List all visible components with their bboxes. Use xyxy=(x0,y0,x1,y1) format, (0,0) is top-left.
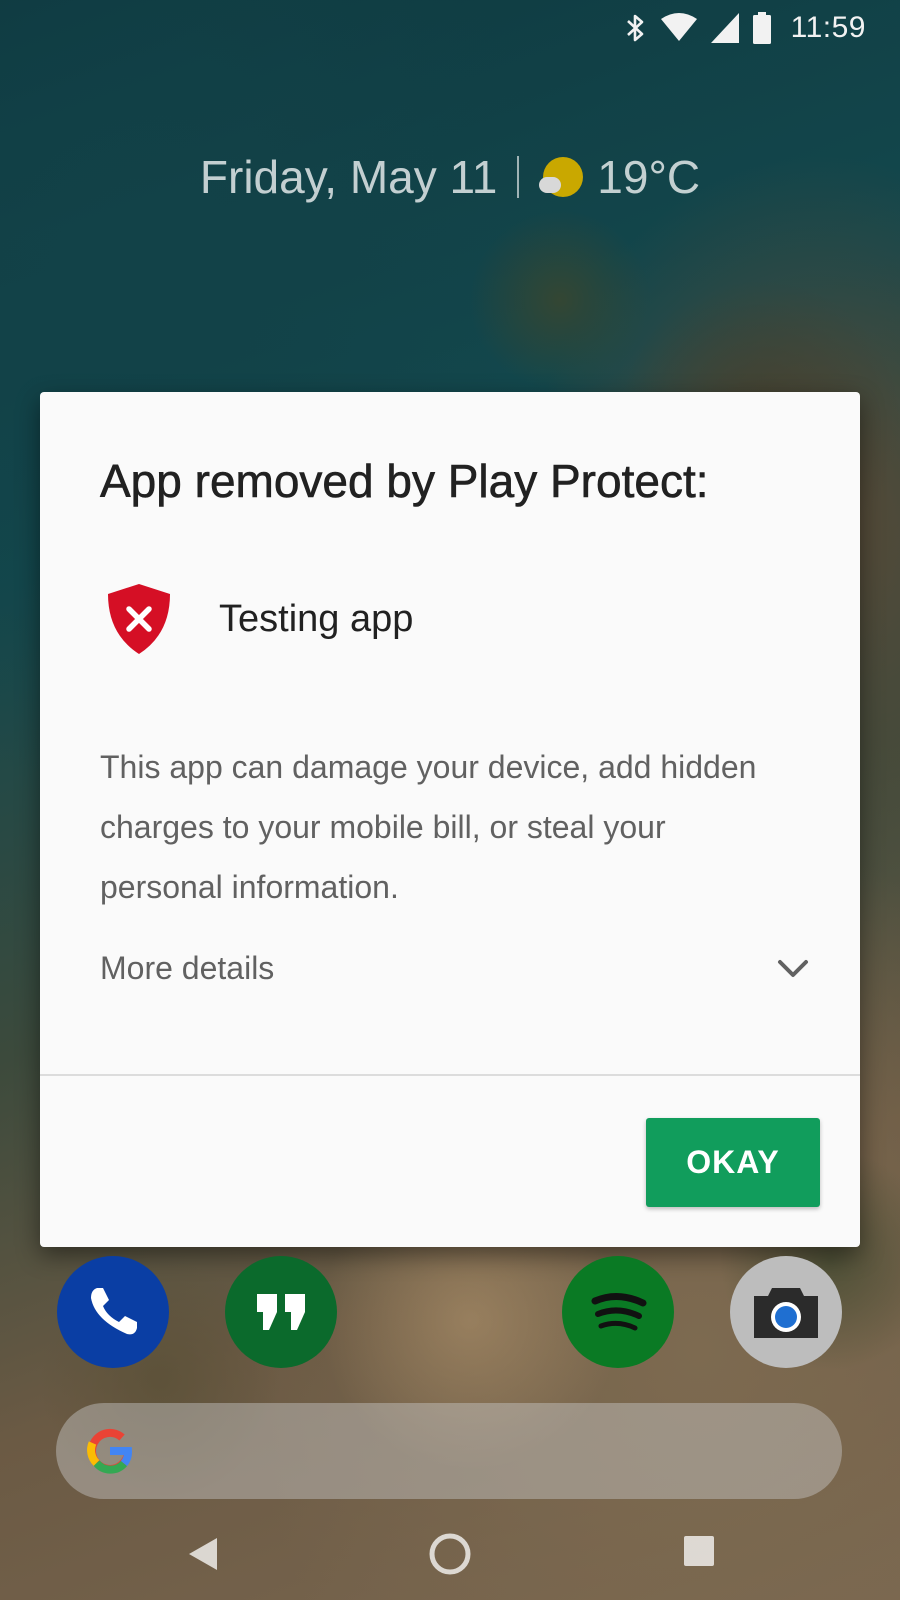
google-search-bar[interactable] xyxy=(56,1403,842,1499)
chevron-down-icon xyxy=(778,960,808,977)
camera-app-icon[interactable] xyxy=(730,1256,842,1368)
hangouts-icon xyxy=(257,1294,305,1330)
shield-x-icon xyxy=(108,584,170,654)
navigation-bar xyxy=(0,1512,900,1600)
spotify-app-icon[interactable] xyxy=(562,1256,674,1368)
app-row: Testing app xyxy=(104,582,413,656)
battery-icon xyxy=(752,12,771,44)
home-icon[interactable] xyxy=(428,1532,472,1576)
status-clock: 11:59 xyxy=(790,11,866,44)
temperature-label: 19°C xyxy=(597,151,701,203)
dialog-title: App removed by Play Protect: xyxy=(100,455,709,508)
okay-button[interactable]: OKAY xyxy=(646,1118,820,1207)
app-name: Testing app xyxy=(219,597,414,640)
cell-signal-icon xyxy=(710,13,739,43)
camera-icon xyxy=(754,1288,818,1338)
glance-divider xyxy=(517,156,520,198)
play-protect-dialog: App removed by Play Protect: Testing app… xyxy=(40,392,860,1247)
wifi-icon xyxy=(660,13,697,41)
dialog-divider xyxy=(40,1074,860,1076)
bluetooth-icon xyxy=(626,14,643,42)
google-g-icon xyxy=(87,1428,132,1474)
phone-icon xyxy=(91,1288,137,1335)
phone-app-icon[interactable] xyxy=(57,1256,169,1368)
more-details-label: More details xyxy=(100,949,275,986)
partly-sunny-icon xyxy=(539,155,584,199)
hangouts-app-icon[interactable] xyxy=(225,1256,337,1368)
date-label: Friday, May 11 xyxy=(199,151,498,203)
dialog-message: This app can damage your device, add hid… xyxy=(100,749,757,905)
back-icon[interactable] xyxy=(183,1534,223,1574)
recents-icon[interactable] xyxy=(684,1536,714,1566)
status-bar: 11:59 xyxy=(0,0,900,56)
at-a-glance[interactable]: Friday, May 11 19°C xyxy=(0,150,900,204)
more-details-toggle[interactable]: More details xyxy=(100,940,810,996)
spotify-icon xyxy=(591,1293,647,1331)
